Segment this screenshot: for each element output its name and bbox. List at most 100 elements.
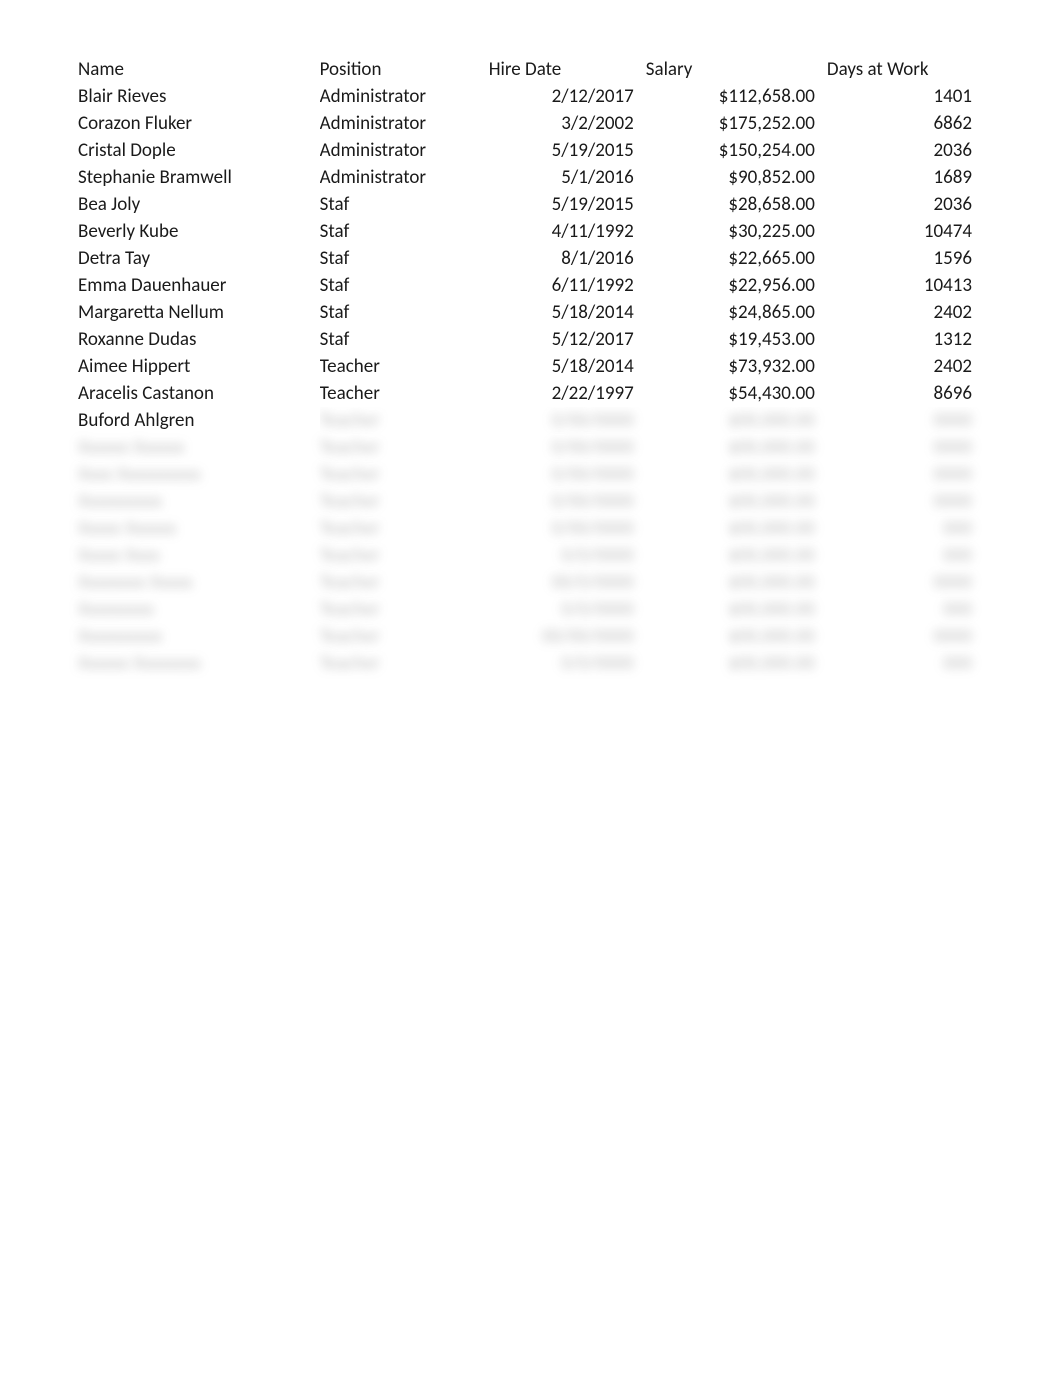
cell-days: 2402 [827, 299, 984, 326]
cell-name: Xxxxxx Xxxxxxxx [78, 650, 320, 677]
table-row-blurred: XxxxxxxxxxTeacher0/00/0000$00,000.000000 [78, 488, 984, 515]
cell-days: 1689 [827, 164, 984, 191]
cell-name: Stephanie Bramwell [78, 164, 320, 191]
cell-name: Xxxxxxxxx [78, 596, 320, 623]
cell-days: 8696 [827, 380, 984, 407]
header-hiredate: Hire Date [489, 56, 646, 83]
cell-salary: $150,254.00 [646, 137, 827, 164]
cell-hiredate: 5/1/2016 [489, 164, 646, 191]
cell-name: Cristal Dople [78, 137, 320, 164]
cell-salary: $30,225.00 [646, 218, 827, 245]
cell-salary: $112,658.00 [646, 83, 827, 110]
cell-days: 0000 [827, 488, 984, 515]
cell-position: Administrator [320, 164, 489, 191]
cell-position: Teacher [320, 542, 489, 569]
cell-position: Teacher [320, 380, 489, 407]
cell-days: 10474 [827, 218, 984, 245]
cell-days: 2036 [827, 191, 984, 218]
cell-name: Xxxxxxxxxx [78, 623, 320, 650]
employee-table: Name Position Hire Date Salary Days at W… [78, 56, 984, 677]
table-row-blurred: Xxxxxx XxxxxxxxTeacher0/0/0000$00,000.00… [78, 650, 984, 677]
cell-salary: $28,658.00 [646, 191, 827, 218]
cell-position: Teacher [320, 569, 489, 596]
cell-salary: $00,000.00 [646, 623, 827, 650]
table-row-blurred: Xxxxx XxxxxxTeacher0/00/0000$00,000.0000… [78, 515, 984, 542]
cell-position: Teacher [320, 461, 489, 488]
cell-salary: $00,000.00 [646, 596, 827, 623]
cell-salary: $00,000.00 [646, 569, 827, 596]
table-row-blurred: Xxxx XxxxxxxxxxTeacher0/00/0000$00,000.0… [78, 461, 984, 488]
cell-days: 2036 [827, 137, 984, 164]
cell-hiredate: 5/19/2015 [489, 137, 646, 164]
table-row: Corazon FlukerAdministrator3/2/2002$175,… [78, 110, 984, 137]
cell-position: Staf [320, 326, 489, 353]
cell-name: Buford Ahlgren [78, 407, 320, 434]
table-row: Bea JolyStaf5/19/2015$28,658.002036 [78, 191, 984, 218]
header-row: Name Position Hire Date Salary Days at W… [78, 56, 984, 83]
cell-days: 1312 [827, 326, 984, 353]
header-days: Days at Work [827, 56, 984, 83]
cell-name: Xxxxxx Xxxxxx [78, 434, 320, 461]
cell-position: Teacher [320, 407, 489, 434]
cell-salary: $00,000.00 [646, 488, 827, 515]
cell-salary: $00,000.00 [646, 461, 827, 488]
cell-name: Beverly Kube [78, 218, 320, 245]
cell-salary: $22,956.00 [646, 272, 827, 299]
cell-salary: $54,430.00 [646, 380, 827, 407]
table-row: Aimee HippertTeacher5/18/2014$73,932.002… [78, 353, 984, 380]
cell-hiredate: 0/00/0000 [489, 407, 646, 434]
cell-hiredate: 00/00/0000 [489, 623, 646, 650]
table-row-blurred: Xxxxxxxx XxxxxTeacher00/0/0000$00,000.00… [78, 569, 984, 596]
table-row: Buford AhlgrenTeacher0/00/0000$00,000.00… [78, 407, 984, 434]
cell-days: 0000 [827, 623, 984, 650]
cell-position: Staf [320, 272, 489, 299]
cell-position: Teacher [320, 488, 489, 515]
table-row: Beverly KubeStaf4/11/1992$30,225.0010474 [78, 218, 984, 245]
table-row: Detra TayStaf8/1/2016$22,665.001596 [78, 245, 984, 272]
cell-name: Emma Dauenhauer [78, 272, 320, 299]
cell-days: 10413 [827, 272, 984, 299]
cell-salary: $00,000.00 [646, 650, 827, 677]
cell-name: Detra Tay [78, 245, 320, 272]
cell-name: Corazon Fluker [78, 110, 320, 137]
cell-hiredate: 00/0/0000 [489, 569, 646, 596]
cell-hiredate: 0/0/0000 [489, 650, 646, 677]
cell-days: 000 [827, 650, 984, 677]
cell-name: Aimee Hippert [78, 353, 320, 380]
table-row: Cristal DopleAdministrator5/19/2015$150,… [78, 137, 984, 164]
cell-days: 0000 [827, 569, 984, 596]
cell-position: Teacher [320, 650, 489, 677]
cell-hiredate: 0/00/0000 [489, 461, 646, 488]
cell-days: 000 [827, 542, 984, 569]
table-row: Aracelis CastanonTeacher2/22/1997$54,430… [78, 380, 984, 407]
cell-position: Administrator [320, 110, 489, 137]
cell-hiredate: 4/11/1992 [489, 218, 646, 245]
cell-hiredate: 0/0/0000 [489, 596, 646, 623]
cell-days: 1596 [827, 245, 984, 272]
cell-salary: $24,865.00 [646, 299, 827, 326]
table-row-blurred: Xxxxxx XxxxxxTeacher0/00/0000$00,000.000… [78, 434, 984, 461]
cell-name: Xxxxx Xxxx [78, 542, 320, 569]
table-row: Emma DauenhauerStaf6/11/1992$22,956.0010… [78, 272, 984, 299]
cell-hiredate: 6/11/1992 [489, 272, 646, 299]
table-row-blurred: XxxxxxxxxTeacher0/0/0000$00,000.00000 [78, 596, 984, 623]
cell-days: 2402 [827, 353, 984, 380]
cell-name: Margaretta Nellum [78, 299, 320, 326]
cell-days: 0000 [827, 461, 984, 488]
cell-salary: $19,453.00 [646, 326, 827, 353]
cell-days: 1401 [827, 83, 984, 110]
table-row-blurred: XxxxxxxxxxTeacher00/00/0000$00,000.00000… [78, 623, 984, 650]
table-row-blurred: Xxxxx XxxxTeacher0/0/0000$00,000.00000 [78, 542, 984, 569]
cell-name: Xxxxx Xxxxxx [78, 515, 320, 542]
cell-position: Administrator [320, 83, 489, 110]
cell-position: Administrator [320, 137, 489, 164]
cell-salary: $00,000.00 [646, 542, 827, 569]
cell-hiredate: 2/22/1997 [489, 380, 646, 407]
cell-hiredate: 0/00/0000 [489, 515, 646, 542]
cell-position: Teacher [320, 353, 489, 380]
cell-hiredate: 3/2/2002 [489, 110, 646, 137]
cell-position: Teacher [320, 434, 489, 461]
cell-position: Staf [320, 299, 489, 326]
cell-position: Staf [320, 191, 489, 218]
cell-salary: $00,000.00 [646, 515, 827, 542]
